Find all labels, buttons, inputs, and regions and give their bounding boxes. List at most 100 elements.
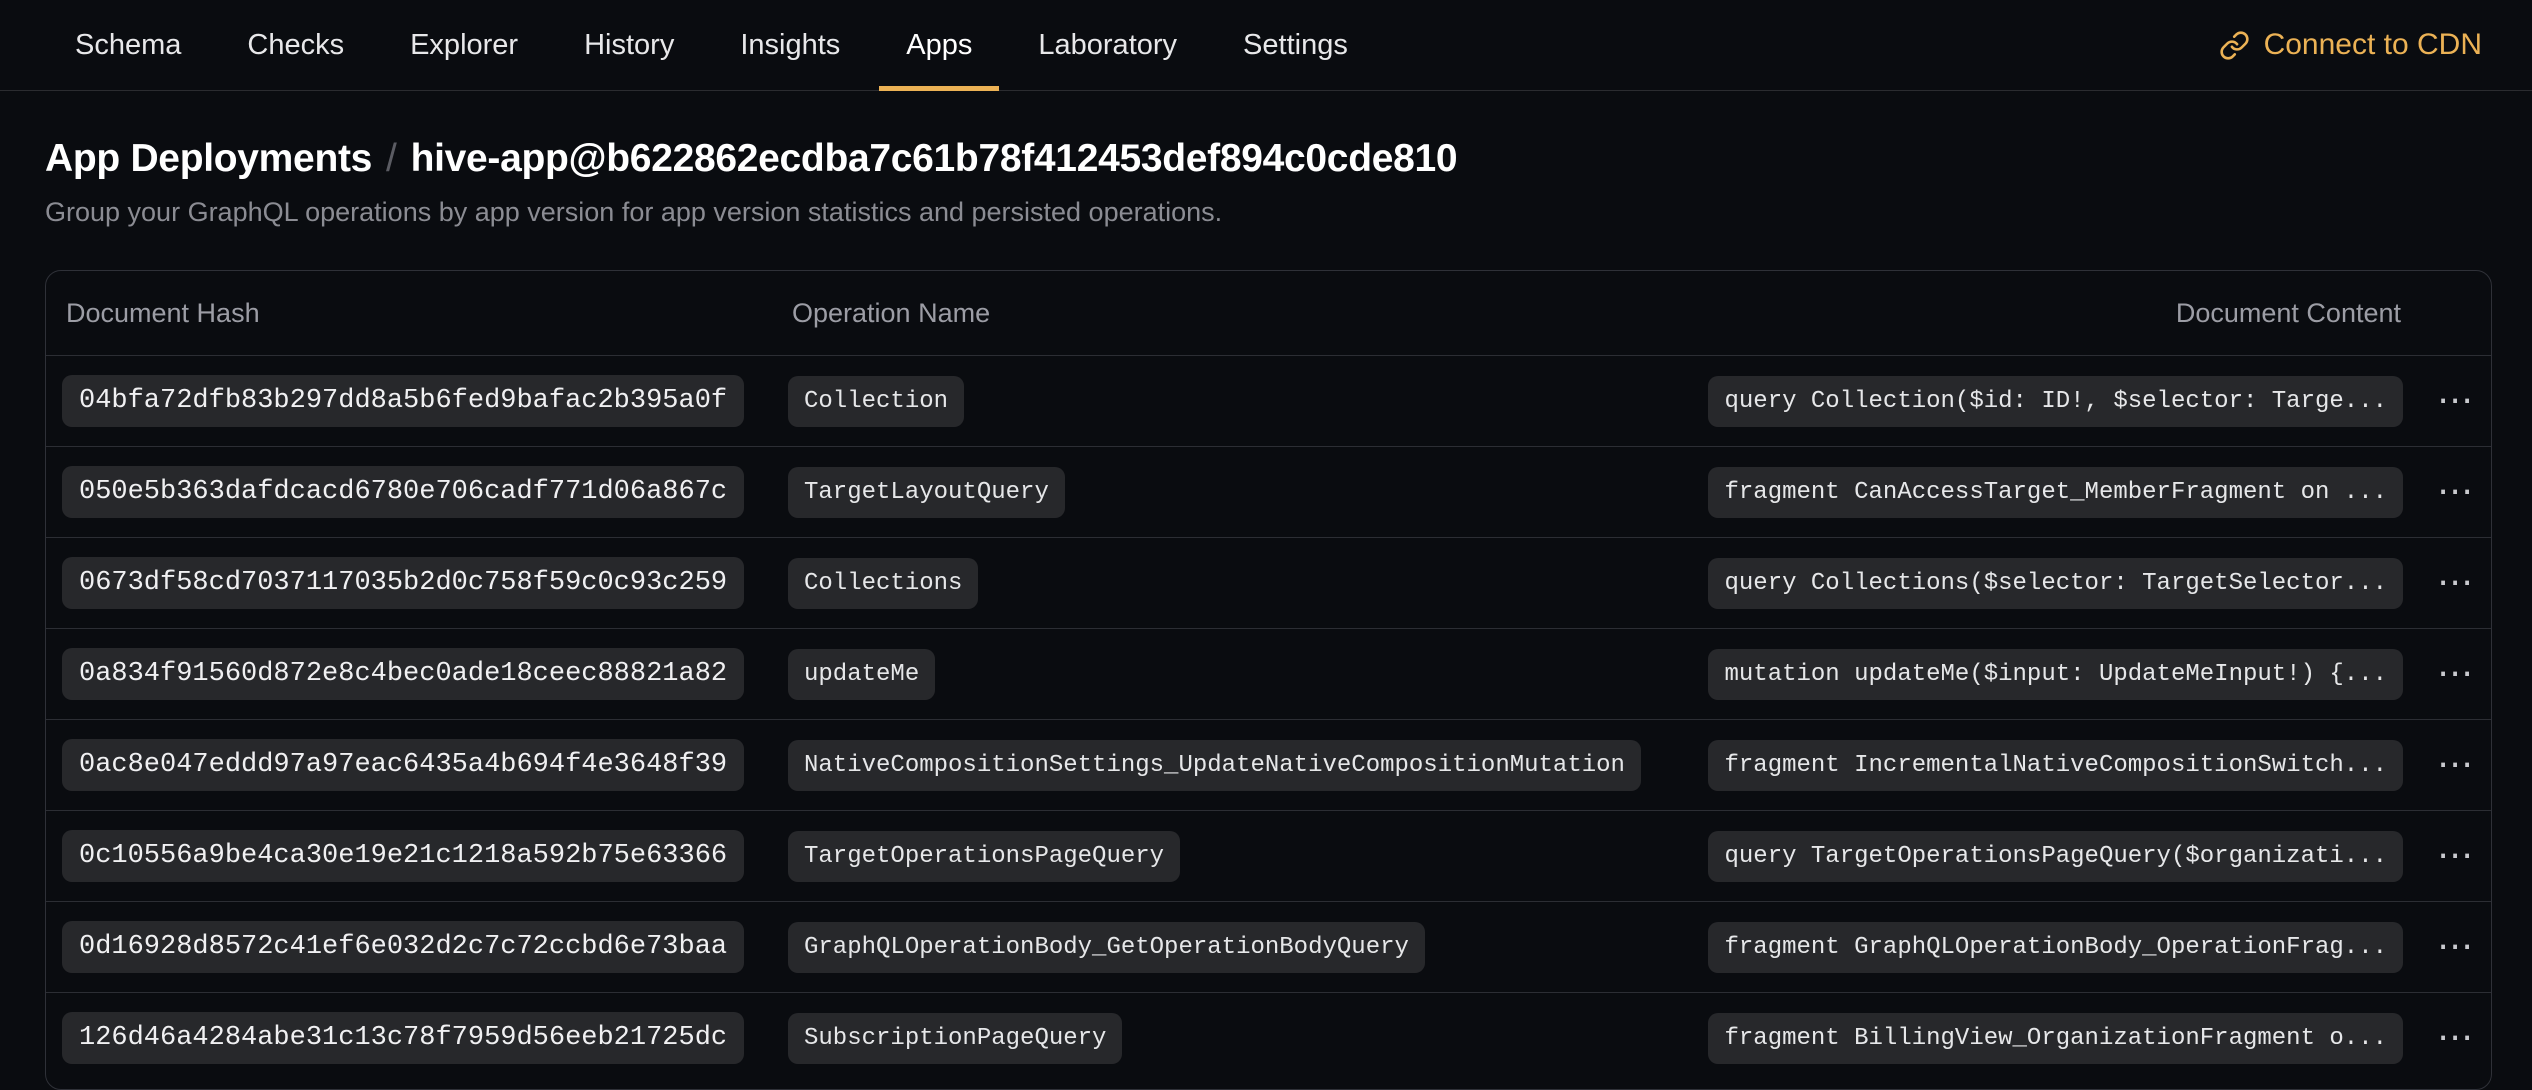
document-hash-badge[interactable]: 0d16928d8572c41ef6e032d2c7c72ccbd6e73baa [62,921,744,973]
operation-name-badge[interactable]: Collections [788,558,978,609]
nav-tab-label: Checks [247,29,344,62]
nav-tab-schema[interactable]: Schema [48,0,208,90]
table-row: 0673df58cd7037117035b2d0c758f59c0c93c259… [46,537,2491,628]
nav-tab-settings[interactable]: Settings [1216,0,1375,90]
app-deployments-table: Document Hash Operation Name Document Co… [45,270,2492,1090]
document-content-badge[interactable]: query TargetOperationsPageQuery($organiz… [1708,831,2403,882]
document-content-badge[interactable]: mutation updateMe($input: UpdateMeInput!… [1708,649,2403,700]
row-menu-cell: ⋯ [2403,565,2479,601]
ellipsis-icon[interactable]: ⋯ [2431,656,2479,692]
document-hash-badge[interactable]: 126d46a4284abe31c13c78f7959d56eeb21725dc [62,1012,744,1064]
page-subtitle: Group your GraphQL operations by app ver… [45,197,2492,228]
document-hash-badge[interactable]: 04bfa72dfb83b297dd8a5b6fed9bafac2b395a0f [62,375,744,427]
row-menu-cell: ⋯ [2403,474,2479,510]
document-hash-cell: 050e5b363dafdcacd6780e706cadf771d06a867c [62,466,788,518]
operation-name-badge[interactable]: NativeCompositionSettings_UpdateNativeCo… [788,740,1641,791]
col-header-operation-name: Operation Name [788,298,2172,329]
operation-name-badge[interactable]: updateMe [788,649,935,700]
document-content-cell: query Collection($id: ID!, $selector: Ta… [1708,376,2403,427]
row-menu-cell: ⋯ [2403,838,2479,874]
document-content-badge[interactable]: query Collection($id: ID!, $selector: Ta… [1708,376,2403,427]
table-body: 04bfa72dfb83b297dd8a5b6fed9bafac2b395a0f… [46,355,2491,1083]
nav-tab-checks[interactable]: Checks [220,0,371,90]
breadcrumb-root[interactable]: App Deployments [45,137,372,180]
page-content: App Deployments/hive-app@b622862ecdba7c6… [0,137,2532,1090]
operation-name-cell: GraphQLOperationBody_GetOperationBodyQue… [788,922,1708,973]
document-hash-badge[interactable]: 0a834f91560d872e8c4bec0ade18ceec88821a82 [62,648,744,700]
col-header-document-hash: Document Hash [62,298,788,329]
operation-name-badge[interactable]: SubscriptionPageQuery [788,1013,1122,1064]
nav-tab-label: Apps [906,29,972,62]
ellipsis-icon[interactable]: ⋯ [2431,747,2479,783]
document-content-cell: fragment GraphQLOperationBody_OperationF… [1708,922,2403,973]
document-hash-cell: 0a834f91560d872e8c4bec0ade18ceec88821a82 [62,648,788,700]
ellipsis-icon[interactable]: ⋯ [2431,383,2479,419]
nav-tab-explorer[interactable]: Explorer [383,0,545,90]
link-icon [2219,30,2250,61]
nav-tab-history[interactable]: History [557,0,701,90]
document-hash-badge[interactable]: 050e5b363dafdcacd6780e706cadf771d06a867c [62,466,744,518]
operation-name-badge[interactable]: GraphQLOperationBody_GetOperationBodyQue… [788,922,1425,973]
document-hash-cell: 0c10556a9be4ca30e19e21c1218a592b75e63366 [62,830,788,882]
document-hash-badge[interactable]: 0673df58cd7037117035b2d0c758f59c0c93c259 [62,557,744,609]
nav-tab-label: History [584,29,674,62]
document-hash-cell: 0d16928d8572c41ef6e032d2c7c72ccbd6e73baa [62,921,788,973]
operation-name-cell: Collection [788,376,1708,427]
document-content-badge[interactable]: fragment CanAccessTarget_MemberFragment … [1708,467,2403,518]
document-content-badge[interactable]: fragment BillingView_OrganizationFragmen… [1708,1013,2403,1064]
operation-name-cell: Collections [788,558,1708,609]
document-content-cell: fragment IncrementalNativeCompositionSwi… [1708,740,2403,791]
document-content-cell: fragment CanAccessTarget_MemberFragment … [1708,467,2403,518]
nav-tab-insights[interactable]: Insights [713,0,867,90]
ellipsis-icon[interactable]: ⋯ [2431,565,2479,601]
document-content-cell: mutation updateMe($input: UpdateMeInput!… [1708,649,2403,700]
document-hash-badge[interactable]: 0ac8e047eddd97a97eac6435a4b694f4e3648f39 [62,739,744,791]
operation-name-badge[interactable]: Collection [788,376,964,427]
table-header-row: Document Hash Operation Name Document Co… [46,271,2491,355]
ellipsis-icon[interactable]: ⋯ [2431,929,2479,965]
document-content-cell: query Collections($selector: TargetSelec… [1708,558,2403,609]
connect-to-cdn-button[interactable]: Connect to CDN [2213,0,2488,90]
row-menu-cell: ⋯ [2403,656,2479,692]
table-row: 126d46a4284abe31c13c78f7959d56eeb21725dc… [46,992,2491,1083]
document-content-cell: query TargetOperationsPageQuery($organiz… [1708,831,2403,882]
table-row: 050e5b363dafdcacd6780e706cadf771d06a867c… [46,446,2491,537]
ellipsis-icon[interactable]: ⋯ [2431,1020,2479,1056]
operation-name-cell: TargetOperationsPageQuery [788,831,1708,882]
nav-tab-label: Insights [740,29,840,62]
document-hash-cell: 0ac8e047eddd97a97eac6435a4b694f4e3648f39 [62,739,788,791]
document-content-cell: fragment BillingView_OrganizationFragmen… [1708,1013,2403,1064]
nav-tab-label: Laboratory [1038,29,1177,62]
page-title: App Deployments/hive-app@b622862ecdba7c6… [45,137,2492,181]
breadcrumb-current: hive-app@b622862ecdba7c61b78f412453def89… [411,137,1458,180]
ellipsis-icon[interactable]: ⋯ [2431,838,2479,874]
row-menu-cell: ⋯ [2403,929,2479,965]
document-hash-cell: 04bfa72dfb83b297dd8a5b6fed9bafac2b395a0f [62,375,788,427]
row-menu-cell: ⋯ [2403,1020,2479,1056]
operation-name-cell: updateMe [788,649,1708,700]
operation-name-cell: TargetLayoutQuery [788,467,1708,518]
nav-tab-apps[interactable]: Apps [879,0,999,90]
document-content-badge[interactable]: fragment IncrementalNativeCompositionSwi… [1708,740,2403,791]
top-nav: Schema Checks Explorer History Insights Apps L… [0,0,2532,91]
nav-tab-label: Explorer [410,29,518,62]
row-menu-cell: ⋯ [2403,747,2479,783]
table-row: 0ac8e047eddd97a97eac6435a4b694f4e3648f39… [46,719,2491,810]
table-row: 0a834f91560d872e8c4bec0ade18ceec88821a82… [46,628,2491,719]
document-hash-cell: 0673df58cd7037117035b2d0c758f59c0c93c259 [62,557,788,609]
row-menu-cell: ⋯ [2403,383,2479,419]
table-row: 0c10556a9be4ca30e19e21c1218a592b75e63366… [46,810,2491,901]
document-content-badge[interactable]: fragment GraphQLOperationBody_OperationF… [1708,922,2403,973]
table-row: 0d16928d8572c41ef6e032d2c7c72ccbd6e73baa… [46,901,2491,992]
document-hash-cell: 126d46a4284abe31c13c78f7959d56eeb21725dc [62,1012,788,1064]
nav-tab-laboratory[interactable]: Laboratory [1011,0,1204,90]
operation-name-badge[interactable]: TargetLayoutQuery [788,467,1065,518]
operation-name-cell: NativeCompositionSettings_UpdateNativeCo… [788,740,1708,791]
operation-name-badge[interactable]: TargetOperationsPageQuery [788,831,1180,882]
operation-name-cell: SubscriptionPageQuery [788,1013,1708,1064]
nav-tab-label: Schema [75,29,181,62]
document-hash-badge[interactable]: 0c10556a9be4ca30e19e21c1218a592b75e63366 [62,830,744,882]
document-content-badge[interactable]: query Collections($selector: TargetSelec… [1708,558,2403,609]
ellipsis-icon[interactable]: ⋯ [2431,474,2479,510]
nav-tab-label: Settings [1243,29,1348,62]
